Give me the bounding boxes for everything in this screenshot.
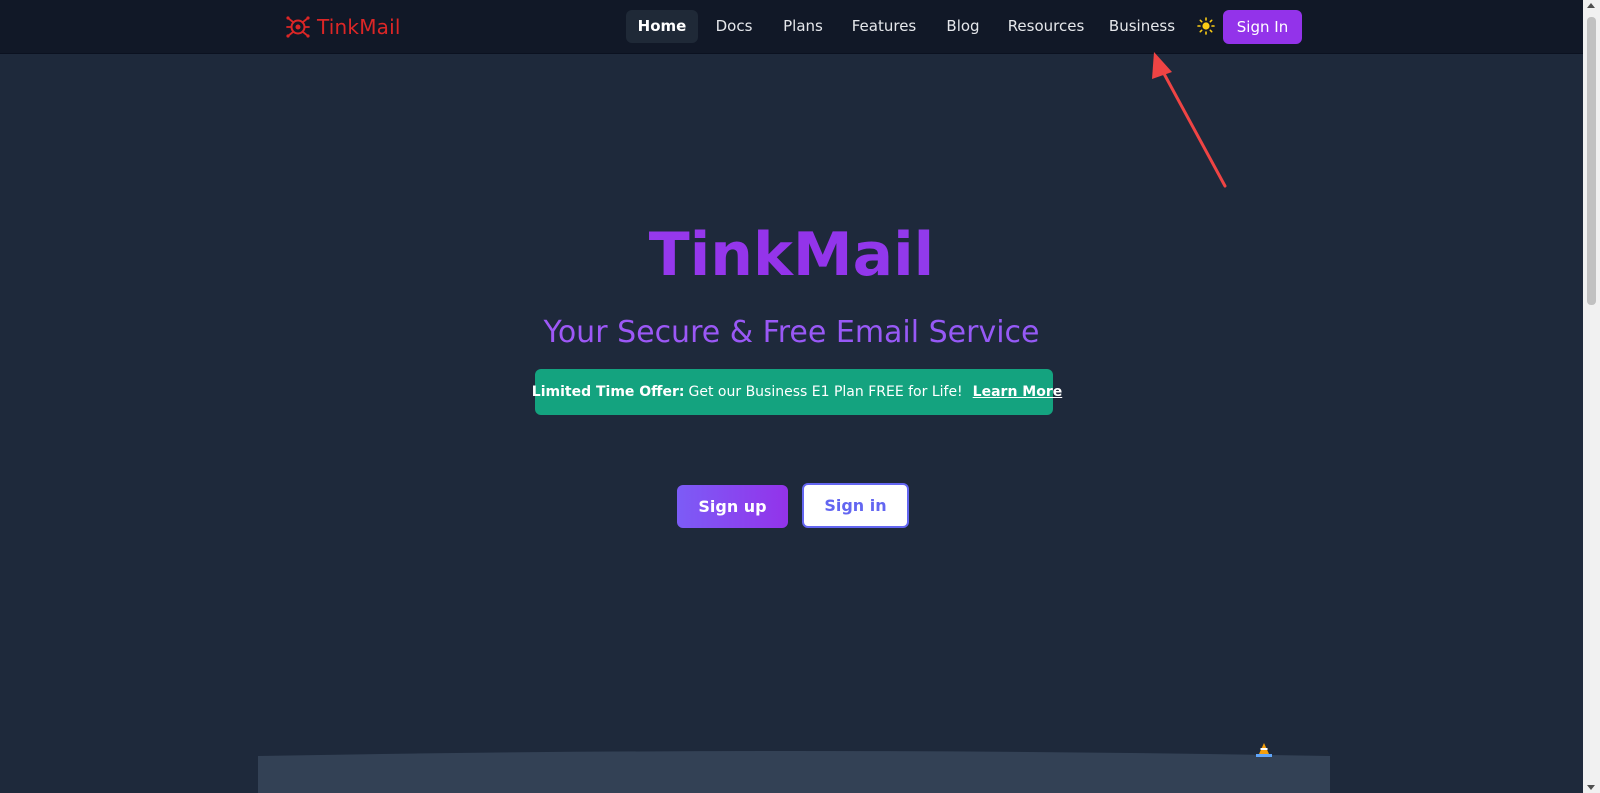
hero-subtitle: Your Secure & Free Email Service: [0, 312, 1583, 354]
top-navbar: TinkMail Home Docs Plans Features Blog R…: [0, 0, 1583, 54]
nav-features[interactable]: Features: [846, 10, 922, 43]
learn-more-link[interactable]: Learn More: [973, 384, 1063, 400]
bug-logo-icon: [286, 16, 310, 38]
traffic-cone-icon: [1256, 743, 1272, 757]
content-panel: [258, 751, 1330, 793]
nav-docs[interactable]: Docs: [706, 10, 762, 43]
nav-business[interactable]: Business: [1104, 10, 1180, 43]
nav-blog[interactable]: Blog: [937, 10, 989, 43]
scroll-up-arrow-icon[interactable]: [1587, 3, 1595, 8]
sign-up-button[interactable]: Sign up: [677, 485, 788, 528]
page: TinkMail Home Docs Plans Features Blog R…: [0, 0, 1583, 793]
scroll-thumb[interactable]: [1587, 17, 1596, 305]
hero-title: TinkMail: [0, 215, 1583, 295]
offer-banner: Limited Time Offer: Get our Business E1 …: [531, 369, 1062, 415]
vertical-scrollbar[interactable]: [1583, 0, 1600, 793]
nav-sign-in-button[interactable]: Sign In: [1223, 10, 1302, 44]
offer-text: Get our Business E1 Plan FREE for Life!: [688, 384, 963, 400]
nav-plans[interactable]: Plans: [773, 10, 833, 43]
brand-logo[interactable]: TinkMail: [285, 13, 401, 41]
scroll-down-arrow-icon[interactable]: [1587, 785, 1595, 790]
sign-in-button[interactable]: Sign in: [802, 483, 909, 528]
nav-resources[interactable]: Resources: [1003, 10, 1089, 43]
nav-home[interactable]: Home: [626, 10, 698, 43]
sun-icon[interactable]: [1197, 17, 1215, 35]
offer-label: Limited Time Offer:: [531, 384, 685, 400]
brand-name: TinkMail: [317, 15, 401, 39]
